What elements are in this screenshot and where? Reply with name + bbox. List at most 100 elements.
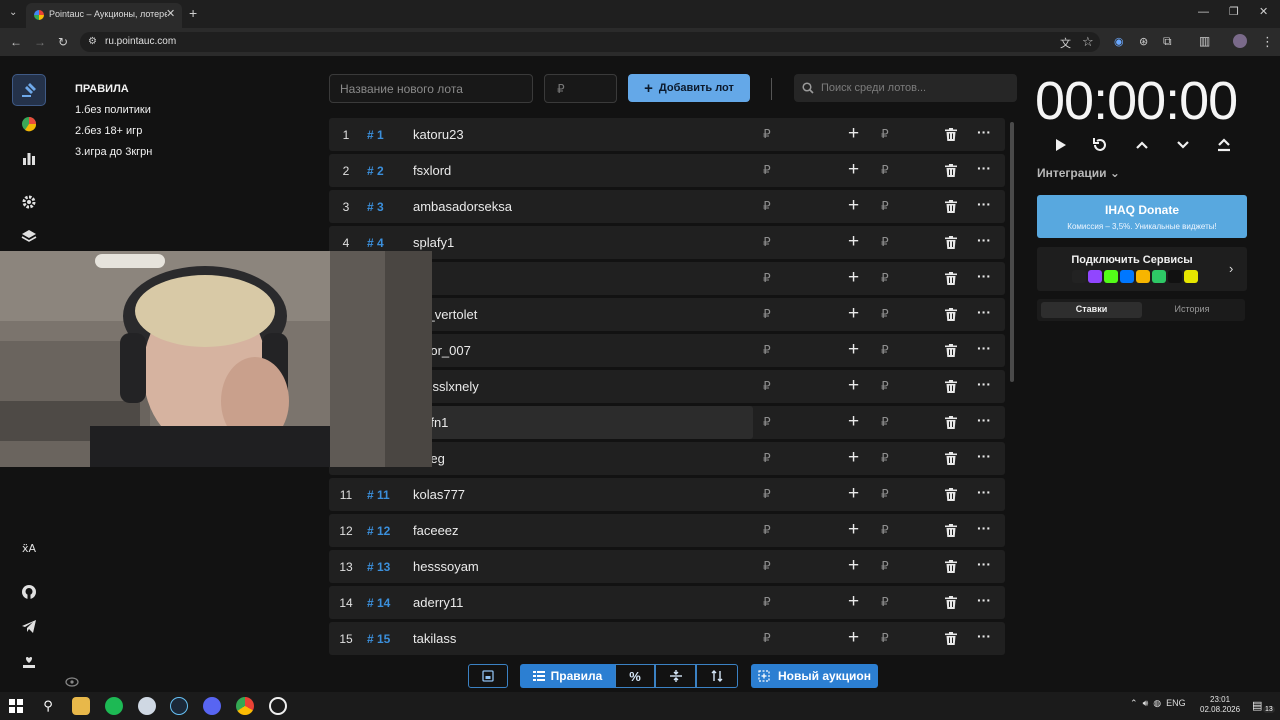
- auction-gavel-icon[interactable]: [12, 74, 46, 106]
- lot-amount-ruble-icon[interactable]: ₽: [763, 307, 771, 321]
- delete-trash-icon[interactable]: [945, 560, 957, 573]
- lot-amount-ruble-icon[interactable]: ₽: [763, 487, 771, 501]
- new-lot-name-input[interactable]: Название нового лота: [329, 74, 533, 103]
- wheel-pie-icon[interactable]: [12, 108, 46, 140]
- more-options-icon[interactable]: ···: [977, 196, 991, 212]
- site-info-icon[interactable]: ⚙: [88, 36, 97, 47]
- ihaq-donate-button[interactable]: IHAQ Donate Комиссия – 3,5%. Уникальные …: [1037, 195, 1247, 238]
- double-chevron-up-icon[interactable]: [1215, 136, 1235, 154]
- add-bid-plus-icon[interactable]: +: [848, 591, 859, 613]
- telegram-icon[interactable]: [12, 610, 46, 642]
- sort-icon[interactable]: [696, 664, 738, 688]
- delete-trash-icon[interactable]: [945, 596, 957, 609]
- bid-input-ruble-icon[interactable]: ₽: [881, 379, 889, 393]
- add-bid-plus-icon[interactable]: +: [848, 303, 859, 325]
- lot-row[interactable]: 11 # 11 kolas777 ₽ + ₽ ···: [329, 478, 1005, 511]
- more-options-icon[interactable]: ···: [977, 556, 991, 572]
- tab-close-icon[interactable]: ✕: [166, 7, 175, 20]
- lot-amount-ruble-icon[interactable]: ₽: [763, 199, 771, 213]
- add-bid-plus-icon[interactable]: +: [848, 627, 859, 649]
- add-bid-plus-icon[interactable]: +: [848, 231, 859, 253]
- lots-scrollbar[interactable]: [1010, 122, 1014, 382]
- more-options-icon[interactable]: ···: [977, 376, 991, 392]
- tab-bets[interactable]: Ставки: [1041, 302, 1142, 318]
- lot-row[interactable]: 12 # 12 faceeez ₽ + ₽ ···: [329, 514, 1005, 547]
- lot-name[interactable]: splafy1: [413, 235, 454, 250]
- minimize-window-icon[interactable]: —: [1198, 6, 1209, 18]
- lot-amount-ruble-icon[interactable]: ₽: [763, 415, 771, 429]
- lot-name[interactable]: aderry11: [413, 595, 463, 610]
- more-options-icon[interactable]: ···: [977, 628, 991, 644]
- translate-language-icon[interactable]: ẍA: [12, 532, 46, 564]
- bid-input-ruble-icon[interactable]: ₽: [881, 523, 889, 537]
- more-options-icon[interactable]: ···: [977, 448, 991, 464]
- profile-avatar[interactable]: [1233, 34, 1247, 48]
- lot-amount-ruble-icon[interactable]: ₽: [763, 235, 771, 249]
- more-options-icon[interactable]: ···: [977, 124, 991, 140]
- close-window-icon[interactable]: ✕: [1259, 5, 1268, 18]
- lot-amount-ruble-icon[interactable]: ₽: [763, 451, 771, 465]
- spotify-icon[interactable]: [105, 697, 123, 715]
- file-explorer-icon[interactable]: [72, 697, 90, 715]
- lot-amount-ruble-icon[interactable]: ₽: [763, 559, 771, 573]
- more-options-icon[interactable]: ···: [977, 484, 991, 500]
- add-bid-plus-icon[interactable]: +: [848, 195, 859, 217]
- bid-input-ruble-icon[interactable]: ₽: [881, 307, 889, 321]
- add-bid-plus-icon[interactable]: +: [848, 339, 859, 361]
- browser-tab[interactable]: Pointauc – Аукционы, лотерея ✕: [26, 3, 182, 28]
- tray-app-icon[interactable]: ◍: [1153, 698, 1161, 708]
- percent-button[interactable]: %: [615, 664, 655, 688]
- lot-name[interactable]: ambasadorseksa: [413, 199, 512, 214]
- bid-input-ruble-icon[interactable]: ₽: [881, 451, 889, 465]
- translate-icon[interactable]: 文: [1060, 35, 1071, 51]
- more-options-icon[interactable]: ···: [977, 268, 991, 284]
- lot-amount-ruble-icon[interactable]: ₽: [763, 343, 771, 357]
- windows-start-icon[interactable]: [7, 697, 25, 715]
- new-tab-button[interactable]: +: [189, 5, 197, 21]
- rules-button[interactable]: Правила: [520, 664, 615, 688]
- more-options-icon[interactable]: ···: [977, 232, 991, 248]
- reset-icon[interactable]: [1091, 136, 1111, 154]
- lot-name[interactable]: katoru23: [413, 127, 464, 142]
- bid-input-ruble-icon[interactable]: ₽: [881, 595, 889, 609]
- extensions-puzzle-icon[interactable]: ⧉: [1163, 34, 1172, 49]
- discord-icon[interactable]: [203, 697, 221, 715]
- add-bid-plus-icon[interactable]: +: [848, 159, 859, 181]
- taskbar-clock[interactable]: 23:01 02.08.2026: [1200, 695, 1240, 715]
- lot-name[interactable]: hesssoyam: [413, 559, 479, 574]
- play-icon[interactable]: [1051, 136, 1071, 154]
- delete-trash-icon[interactable]: [945, 344, 957, 357]
- notifications-icon[interactable]: ▤: [1252, 699, 1262, 712]
- language-indicator[interactable]: ENG: [1166, 698, 1186, 708]
- maximize-window-icon[interactable]: ❐: [1229, 5, 1239, 18]
- delete-trash-icon[interactable]: [945, 308, 957, 321]
- delete-trash-icon[interactable]: [945, 488, 957, 501]
- add-bid-plus-icon[interactable]: +: [848, 519, 859, 541]
- add-lot-button[interactable]: + Добавить лот: [628, 74, 750, 102]
- lot-row[interactable]: 1 # 1 katoru23 ₽ + ₽ ···: [329, 118, 1005, 151]
- layers-icon[interactable]: [12, 220, 46, 252]
- chrome-icon[interactable]: [236, 697, 254, 715]
- search-icon[interactable]: ⚲: [39, 697, 57, 715]
- bid-input-ruble-icon[interactable]: ₽: [881, 127, 889, 141]
- extension-icon[interactable]: ⊛: [1139, 35, 1148, 48]
- delete-trash-icon[interactable]: [945, 200, 957, 213]
- lot-amount-ruble-icon[interactable]: ₽: [763, 127, 771, 141]
- lot-amount-ruble-icon[interactable]: ₽: [763, 163, 771, 177]
- tab-history[interactable]: История: [1142, 302, 1242, 318]
- delete-trash-icon[interactable]: [945, 524, 957, 537]
- lot-row[interactable]: 3 # 3 ambasadorseksa ₽ + ₽ ···: [329, 190, 1005, 223]
- obs-icon[interactable]: [269, 697, 287, 715]
- system-tray[interactable]: ⌃ 🔊︎ ◍ ENG: [1130, 698, 1186, 709]
- lot-row[interactable]: 13 # 13 hesssoyam ₽ + ₽ ···: [329, 550, 1005, 583]
- more-options-icon[interactable]: ···: [977, 304, 991, 320]
- more-options-icon[interactable]: ···: [977, 592, 991, 608]
- forward-icon[interactable]: →: [34, 35, 46, 49]
- app-icon[interactable]: [138, 697, 156, 715]
- bid-input-ruble-icon[interactable]: ₽: [881, 343, 889, 357]
- menu-kebab-icon[interactable]: ⋮: [1261, 34, 1274, 50]
- integrations-dropdown[interactable]: Интеграции ⌄: [1037, 166, 1120, 180]
- lot-row[interactable]: 2 # 2 fsxlord ₽ + ₽ ···: [329, 154, 1005, 187]
- lot-row[interactable]: 15 # 15 takilass ₽ + ₽ ···: [329, 622, 1005, 655]
- more-options-icon[interactable]: ···: [977, 520, 991, 536]
